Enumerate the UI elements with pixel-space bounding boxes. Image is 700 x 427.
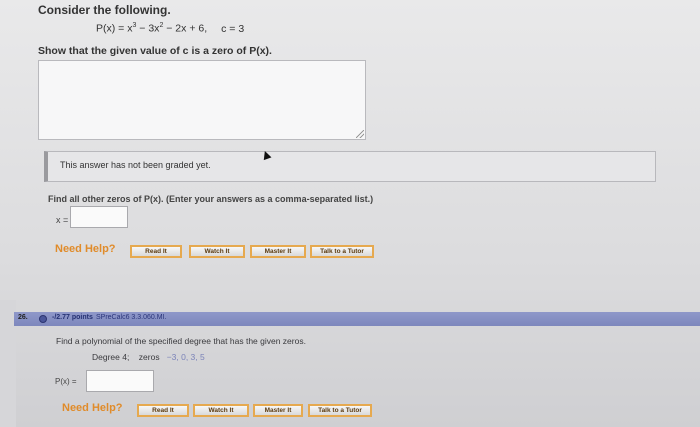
question-title: Consider the following. [38,3,171,17]
find-polynomial-prompt: Find a polynomial of the specified degre… [56,336,306,346]
polynomial-expression: P(x) = x3 − 3x2 − 2x + 6, c = 3 [96,22,244,35]
source-label: SPreCalc6 3.3.060.MI. [96,314,167,321]
degree-label: Degree 4; [92,352,130,362]
talk-to-tutor-button[interactable]: Talk to a Tutor [310,245,374,258]
resize-grip-icon[interactable] [356,130,364,138]
zeros-label: zeros [138,352,160,362]
question-header-bar: 26. -/2.77 points SPreCalc6 3.3.060.MI. [14,312,700,326]
radio-icon[interactable] [39,315,47,323]
answer-textarea[interactable] [38,60,366,140]
watch-it-button[interactable]: Watch It [189,245,245,258]
question-number: 26. [18,314,28,321]
need-help-label: Need Help? [62,402,123,414]
graded-status-text: This answer has not been graded yet. [60,160,211,170]
read-it-button[interactable]: Read It [137,404,189,417]
talk-to-tutor-button[interactable]: Talk to a Tutor [308,404,372,417]
x-label: x = [56,215,69,225]
poly-part: − 3x [136,22,160,35]
zeros-input[interactable] [70,206,128,228]
poly-part: − 2x + 6, [163,22,208,35]
grading-status-box: This answer has not been graded yet. [44,151,656,182]
need-help-label: Need Help? [55,243,116,255]
watch-it-button[interactable]: Watch It [193,404,249,417]
points-label: -/2.77 points [52,314,93,321]
c-value: c = 3 [221,22,245,35]
master-it-button[interactable]: Master It [253,404,303,417]
read-it-button[interactable]: Read It [130,245,182,258]
given-degree-zeros: Degree 4; zeros −3, 0, 3, 5 [92,352,205,362]
show-that-prompt: Show that the given value of c is a zero… [38,45,272,57]
p-label: P(x) = [55,377,77,386]
find-zeros-prompt: Find all other zeros of P(x). (Enter you… [48,194,374,204]
poly-part: P(x) = x [96,22,133,35]
zeros-list: −3, 0, 3, 5 [166,352,205,362]
master-it-button[interactable]: Master It [250,245,306,258]
polynomial-input[interactable] [86,370,154,392]
